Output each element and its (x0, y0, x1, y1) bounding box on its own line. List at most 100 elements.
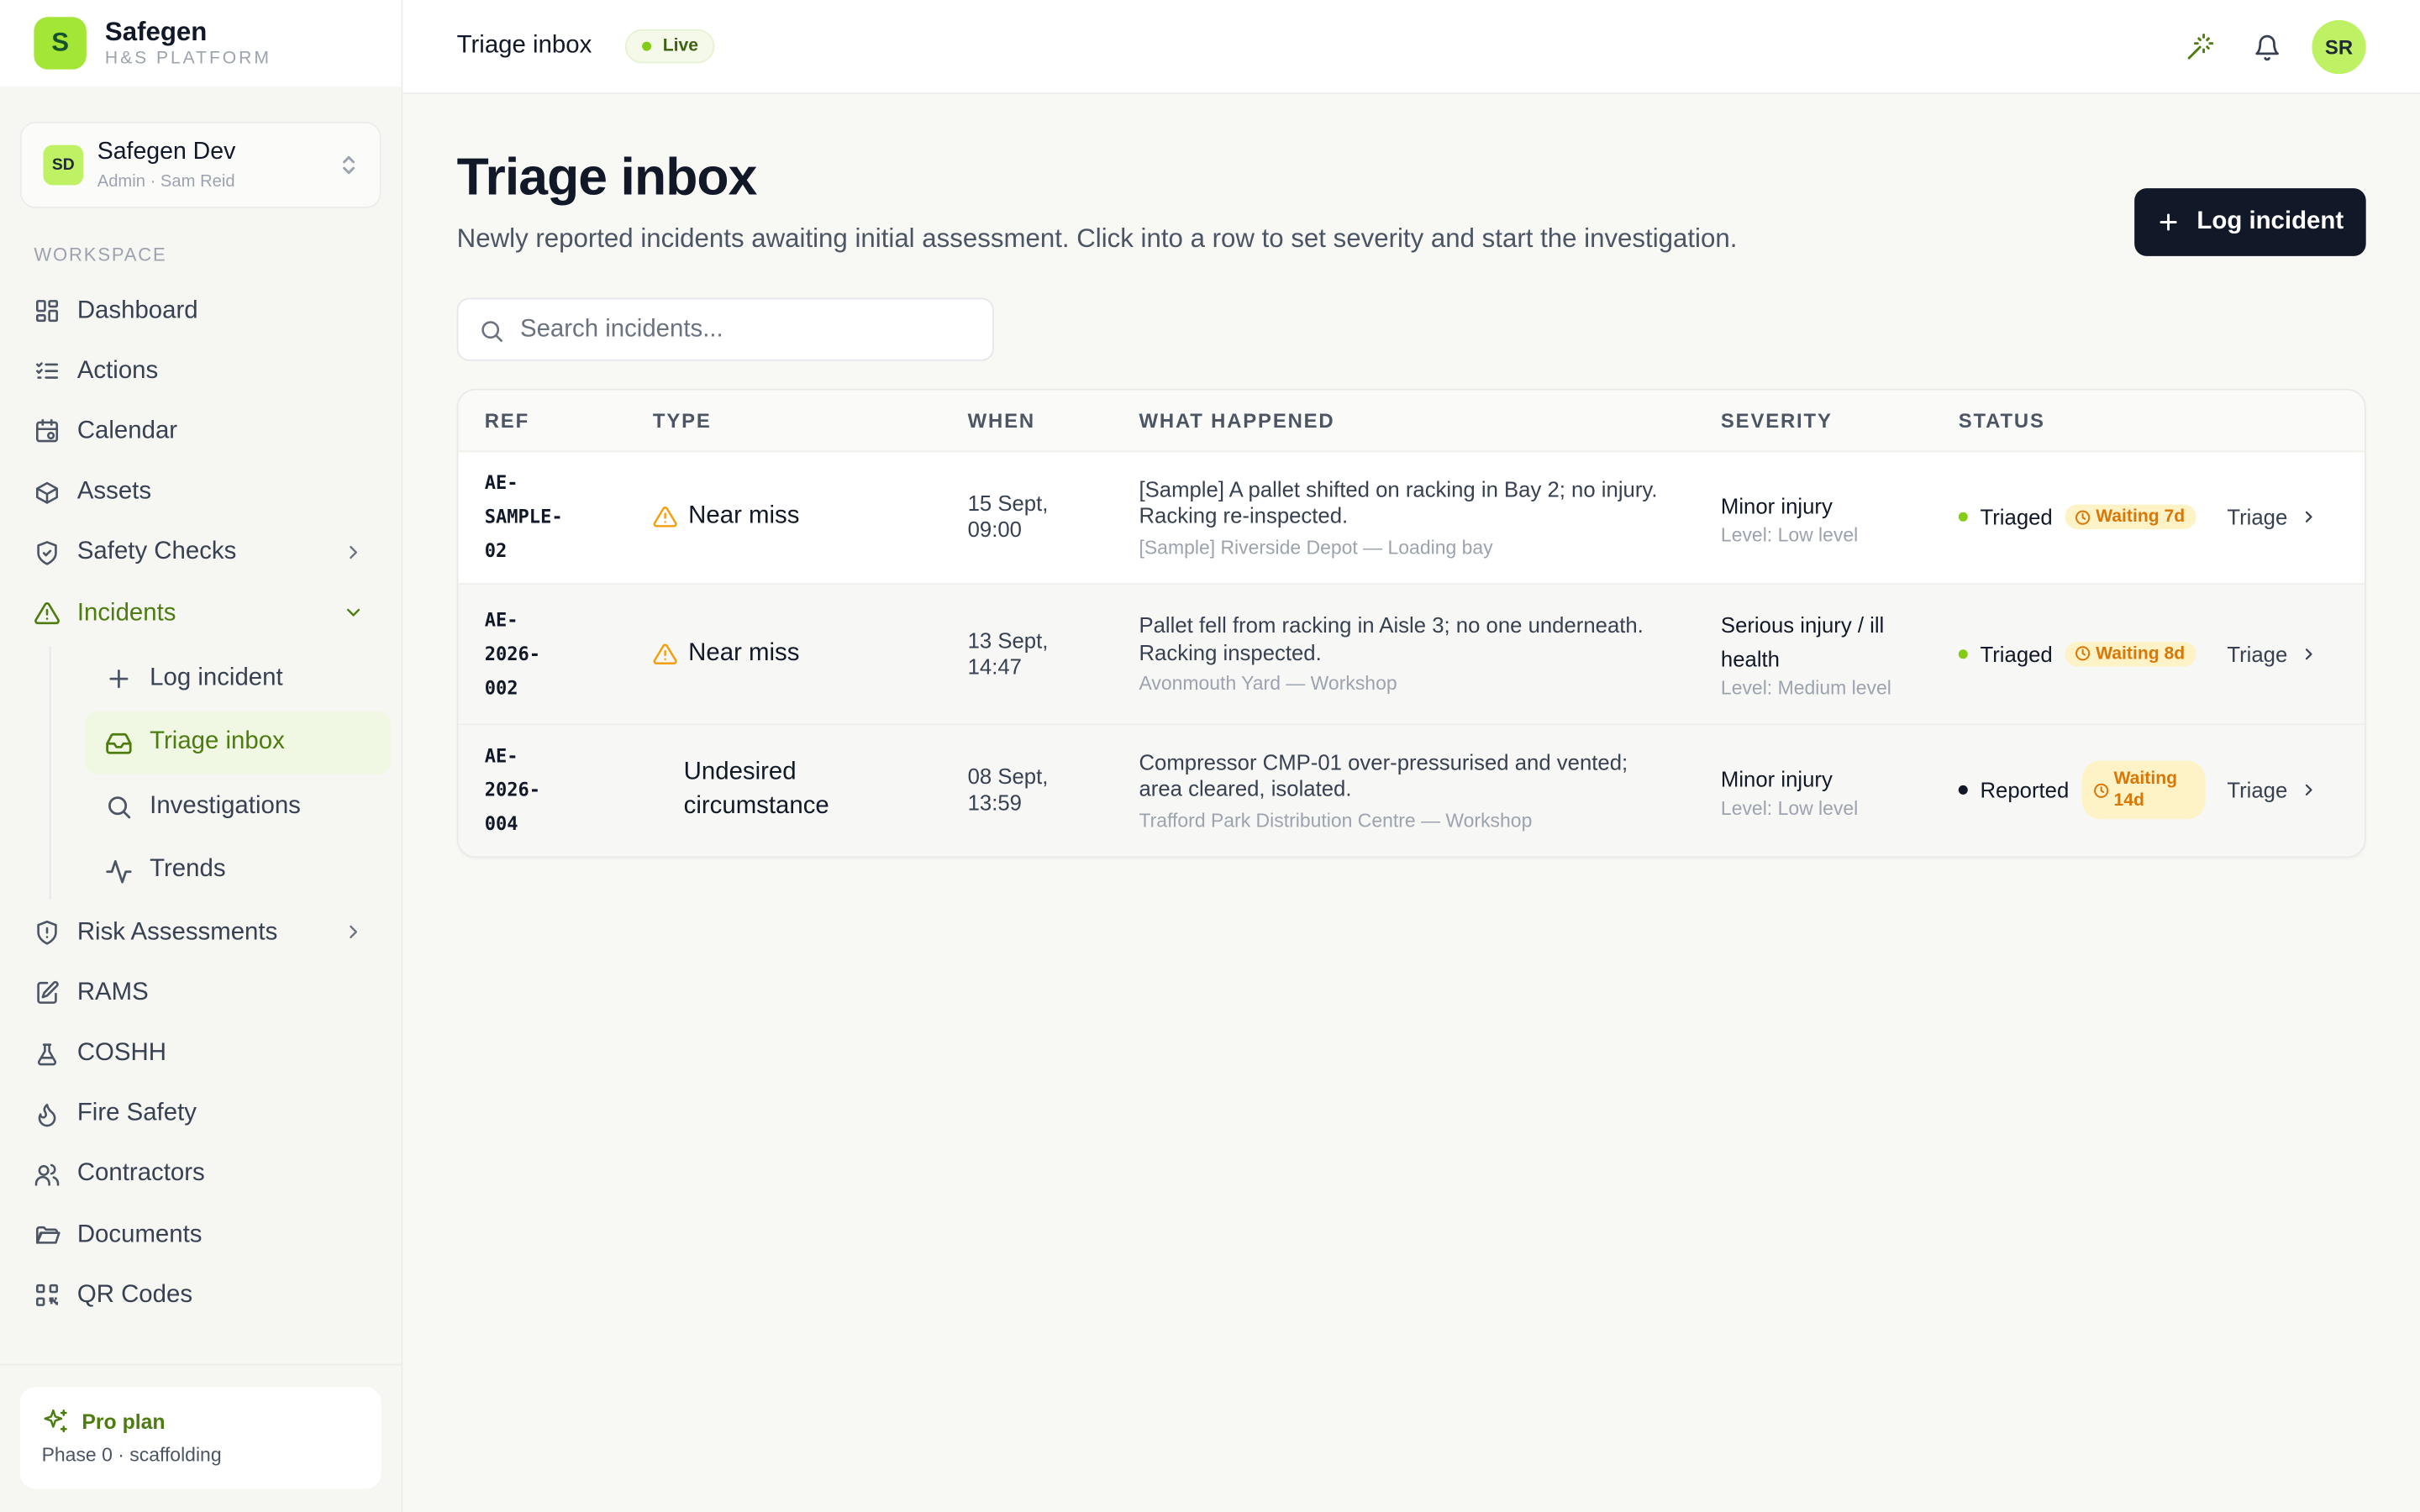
status-dot-icon (1958, 512, 1968, 522)
flame-icon (34, 1101, 60, 1127)
clock-icon (2075, 646, 2091, 661)
bell-icon (2254, 34, 2278, 60)
sidebar-item-fire-safety[interactable]: Fire Safety (0, 1084, 402, 1145)
table-row[interactable]: AE-2026-004 Undesired circumstance 08 Se… (458, 722, 2365, 857)
activity-icon (105, 858, 133, 885)
page-content: Triage inbox Newly reported incidents aw… (402, 94, 2420, 858)
incident-type: Undesired circumstance (683, 759, 829, 820)
plan-card[interactable]: Pro plan Phase 0 · scaffolding (19, 1387, 381, 1489)
sidebar-item-dashboard[interactable]: Dashboard (0, 281, 402, 341)
warning-triangle-icon (653, 643, 677, 664)
dashboard-icon (34, 298, 60, 324)
org-name: Safegen Dev (97, 139, 236, 165)
incident-ref: AE-2026-002 (484, 608, 541, 699)
column-header-what-happened[interactable]: WHAT HAPPENED (1113, 390, 1695, 451)
column-header-type[interactable]: TYPE (626, 390, 942, 451)
page-title: Triage inbox (456, 148, 758, 207)
triage-link[interactable]: Triage (2208, 778, 2365, 803)
user-avatar[interactable]: SR (2312, 19, 2366, 75)
brand[interactable]: S Safegen H&S PLATFORM (0, 0, 402, 87)
page-description: Newly reported incidents awaiting initia… (456, 223, 1738, 254)
sidebar-item-label: QR Codes (76, 1282, 193, 1309)
column-header-status[interactable]: STATUS (1932, 390, 2209, 451)
sidebar-item-assets[interactable]: Assets (0, 462, 402, 522)
section-label-workspace: WORKSPACE (34, 244, 167, 265)
column-header-when[interactable]: WHEN (941, 390, 1113, 451)
org-avatar: SD (43, 144, 84, 186)
topbar-title: Triage inbox (456, 32, 592, 59)
table-row[interactable]: AE-SAMPLE-02 Near miss 15 Sept, 09:00 [S… (458, 449, 2365, 584)
plus-icon (105, 665, 133, 693)
column-header-ref[interactable]: REF (458, 390, 627, 451)
org-switcher[interactable]: SD Safegen Dev Admin · Sam Reid (19, 122, 381, 208)
sidebar-item-safety-checks[interactable]: Safety Checks (0, 522, 402, 583)
sidebar-item-label: Calendar (76, 417, 178, 444)
incident-type: Near miss (688, 639, 800, 666)
sidebar-item-actions[interactable]: Actions (0, 341, 402, 402)
sidebar-item-label: RAMS (76, 979, 149, 1006)
magic-wand-button[interactable] (2173, 20, 2227, 74)
column-header-severity[interactable]: SEVERITY (1694, 390, 1933, 451)
incident-location: Avonmouth Yard — Workshop (1139, 672, 1397, 695)
search-input[interactable] (519, 299, 976, 360)
sidebar-item-label: Safety Checks (76, 538, 237, 565)
sidebar-item-investigations[interactable]: Investigations (85, 774, 391, 838)
sidebar-item-label: Triage inbox (150, 728, 285, 755)
sidebar-item-label: Risk Assessments (76, 919, 278, 946)
status-dot-icon (1958, 785, 1968, 795)
brand-logo: S (34, 17, 87, 70)
plan-title: Pro plan (82, 1409, 166, 1433)
waiting-badge: Waiting 7d (2065, 504, 2196, 529)
sidebar-item-qr-codes[interactable]: QR Codes (0, 1266, 402, 1326)
sidebar-item-incidents[interactable]: Incidents (0, 583, 402, 643)
sidebar-item-label: Actions (76, 357, 159, 384)
live-label: Live (662, 37, 699, 56)
sidebar-item-contractors[interactable]: Contractors (0, 1145, 402, 1205)
sidebar-item-documents[interactable]: Documents (0, 1205, 402, 1266)
chevron-right-icon (2306, 511, 2312, 522)
sidebar-item-risk-assessments[interactable]: Risk Assessments (0, 903, 402, 963)
waiting-badge: Waiting 8d (2065, 641, 2196, 666)
severity-level: Level: Low level (1720, 797, 1859, 819)
sidebar-item-coshh[interactable]: COSHH (0, 1024, 402, 1084)
sidebar: S Safegen H&S PLATFORM SD Safegen Dev Ad… (0, 0, 403, 1512)
status-cell: Triaged Waiting 8d (1933, 641, 2209, 666)
status-cell: Triaged Waiting 7d (1933, 504, 2209, 529)
sidebar-item-triage-inbox[interactable]: Triage inbox (85, 711, 391, 775)
clock-icon (2075, 509, 2091, 524)
log-incident-button[interactable]: Log incident (2134, 188, 2366, 256)
sidebar-item-label: Incidents (76, 599, 176, 626)
sidebar-item-label: COSHH (76, 1040, 166, 1067)
chevron-right-icon (2306, 785, 2312, 796)
list-checks-icon (34, 359, 60, 385)
status-label: Reported (1980, 778, 2070, 803)
chevron-right-icon (2306, 648, 2312, 659)
incident-when: 08 Sept, 13:59 (967, 764, 1049, 816)
topbar: Triage inbox Live SR (402, 0, 2420, 95)
users-icon (34, 1162, 60, 1188)
table-row[interactable]: AE-2026-002 Near miss 13 Sept, 14:47 Pal… (458, 582, 2365, 724)
inbox-icon (105, 729, 133, 757)
sidebar-item-rams[interactable]: RAMS (0, 963, 402, 1024)
org-role: Admin · Sam Reid (97, 172, 235, 192)
file-edit-icon (34, 980, 60, 1006)
search-icon (481, 321, 502, 342)
brand-subtitle: H&S PLATFORM (104, 49, 271, 68)
incident-type: Near miss (688, 502, 800, 529)
incident-location: [Sample] Riverside Depot — Loading bay (1139, 536, 1493, 558)
waiting-badge: Waiting 14d (2081, 760, 2205, 820)
status-dot-icon (1958, 648, 1968, 659)
severity-value: Minor injury (1720, 766, 1833, 791)
sidebar-item-trends[interactable]: Trends (85, 838, 391, 902)
status-cell: Reported Waiting 14d (1933, 760, 2209, 820)
sidebar-item-label: Documents (76, 1221, 203, 1248)
plan-subtitle: Phase 0 · scaffolding (41, 1444, 222, 1466)
chevron-right-icon (343, 921, 365, 951)
sidebar-item-label: Dashboard (76, 297, 198, 323)
sidebar-item-calendar[interactable]: Calendar (0, 402, 402, 462)
triage-link[interactable]: Triage (2208, 505, 2365, 529)
notifications-button[interactable] (2239, 20, 2293, 74)
sidebar-item-log-incident[interactable]: Log incident (85, 647, 391, 711)
triage-link[interactable]: Triage (2208, 641, 2365, 666)
incident-when: 15 Sept, 09:00 (967, 491, 1049, 542)
